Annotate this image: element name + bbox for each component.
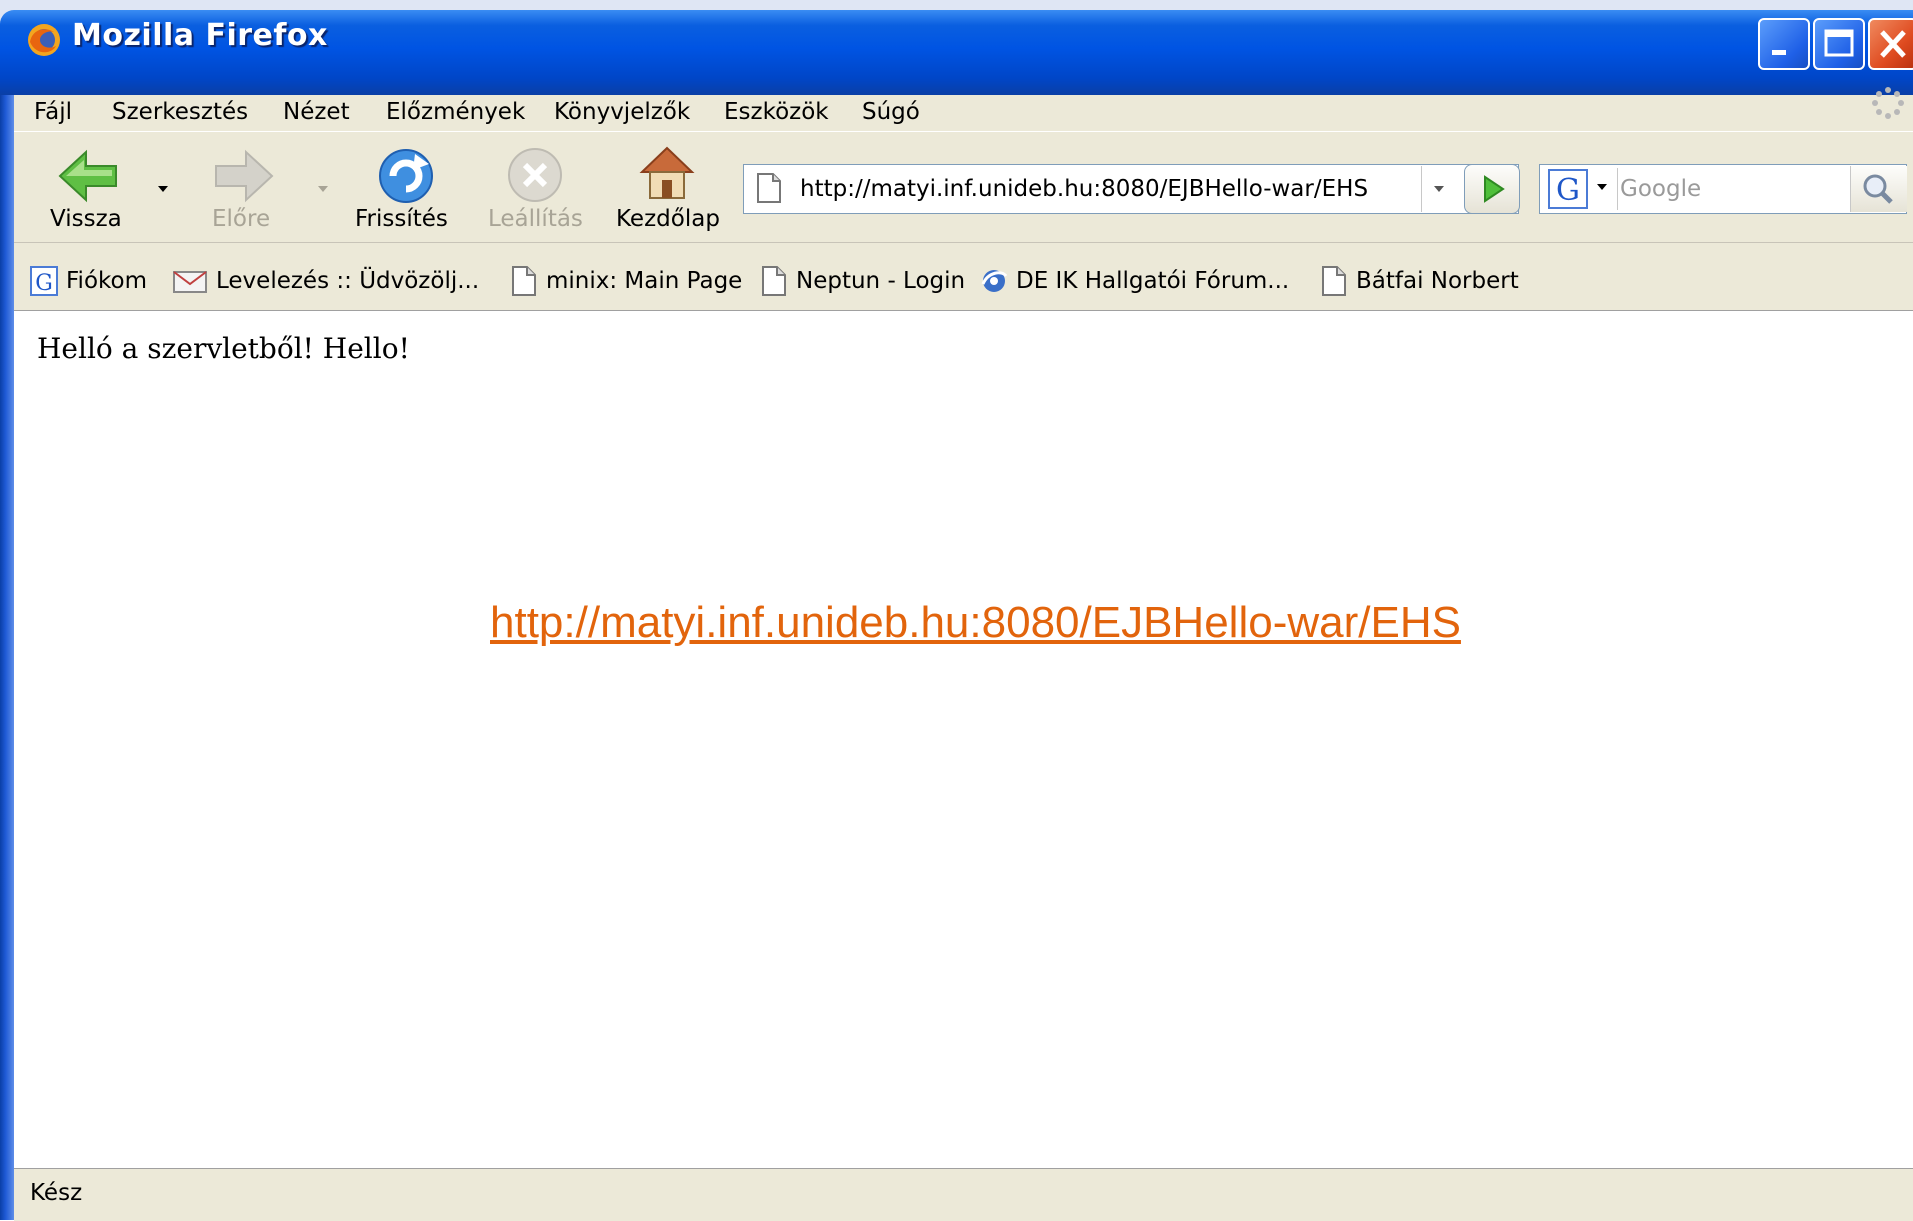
forward-label: Előre <box>212 206 271 232</box>
status-text: Kész <box>30 1180 83 1206</box>
page-icon <box>512 266 536 296</box>
magnifier-icon <box>1863 174 1893 204</box>
svg-text:G: G <box>35 271 53 296</box>
menu-tools[interactable]: Eszközök <box>724 99 829 125</box>
home-icon <box>639 146 695 199</box>
firefox-icon <box>28 24 60 56</box>
go-arrow-icon <box>1484 175 1505 203</box>
page-icon <box>1322 266 1346 296</box>
menu-edit[interactable]: Szerkesztés <box>112 99 248 125</box>
bookmark-label: Fiókom <box>66 268 147 294</box>
window-frame-left <box>0 95 14 1220</box>
home-label: Kezdőlap <box>616 206 720 232</box>
minimize-button[interactable] <box>1758 18 1810 70</box>
url-input[interactable]: http://matyi.inf.unideb.hu:8080/EJBHello… <box>800 176 1368 202</box>
stop-label: Leállítás <box>488 206 583 232</box>
overlay-url-link[interactable]: http://matyi.inf.unideb.hu:8080/EJBHello… <box>490 598 1461 648</box>
bookmark-item[interactable]: DE IK Hallgatói Fórum... <box>980 264 1289 298</box>
search-engine-selector[interactable]: G <box>1545 168 1618 210</box>
svg-text:G: G <box>1556 173 1580 208</box>
menu-bar: Fájl Szerkesztés Nézet Előzmények Könyvj… <box>14 95 1913 132</box>
menu-view[interactable]: Nézet <box>283 99 350 125</box>
close-icon <box>1880 30 1906 58</box>
back-dropdown-arrow-icon[interactable] <box>158 186 168 192</box>
bookmark-item[interactable]: Levelezés :: Üdvözölj... <box>172 264 479 298</box>
bookmark-label: minix: Main Page <box>546 268 743 294</box>
throbber-icon <box>1872 87 1904 119</box>
stop-icon <box>508 148 562 202</box>
bookmark-label: Bátfai Norbert <box>1356 268 1519 294</box>
bookmark-label: Levelezés :: Üdvözölj... <box>216 268 480 294</box>
close-button[interactable] <box>1868 18 1913 70</box>
google-icon: G <box>30 266 58 296</box>
page-body-text: Helló a szervletből! Hello! <box>37 332 410 365</box>
bookmark-item[interactable]: Neptun - Login <box>760 264 965 298</box>
bookmark-item[interactable]: Bátfai Norbert <box>1320 264 1519 298</box>
bookmark-item[interactable]: minix: Main Page <box>510 264 742 298</box>
menu-help[interactable]: Súgó <box>862 99 920 125</box>
menu-bookmarks[interactable]: Könyvjelzők <box>554 99 690 125</box>
bookmark-label: DE IK Hallgatói Fórum... <box>1016 268 1290 294</box>
mail-icon <box>173 271 207 293</box>
maximize-icon <box>1824 29 1854 57</box>
bookmark-label: Neptun - Login <box>796 268 966 294</box>
browser-window: Mozilla Firefox Fájl Szerkesztés Nézet E… <box>0 0 1913 1221</box>
reload-label: Frissítés <box>355 206 448 232</box>
status-bar <box>14 1168 1913 1221</box>
maximize-button[interactable] <box>1813 18 1865 70</box>
reload-icon <box>379 149 433 203</box>
menu-file[interactable]: Fájl <box>34 99 72 125</box>
forward-arrow-icon <box>215 149 274 203</box>
go-button[interactable] <box>1464 164 1520 214</box>
back-label: Vissza <box>50 206 122 232</box>
menu-history[interactable]: Előzmények <box>386 99 525 125</box>
url-history-dropdown[interactable] <box>1421 166 1456 212</box>
forward-dropdown-arrow-icon[interactable] <box>318 186 328 192</box>
page-icon <box>757 173 781 203</box>
page-icon <box>762 266 786 296</box>
forum-icon <box>981 270 1008 292</box>
chevron-down-icon <box>1597 184 1607 190</box>
window-title: Mozilla Firefox <box>72 18 328 53</box>
bookmark-item[interactable]: G Fiókom <box>30 264 147 298</box>
search-input[interactable]: Google <box>1620 176 1701 202</box>
minimize-icon <box>1772 50 1786 55</box>
back-arrow-icon <box>58 149 117 203</box>
search-button[interactable] <box>1850 166 1907 212</box>
google-icon: G <box>1548 169 1588 209</box>
page-content <box>14 311 1913 1168</box>
chevron-down-icon <box>1434 186 1444 192</box>
